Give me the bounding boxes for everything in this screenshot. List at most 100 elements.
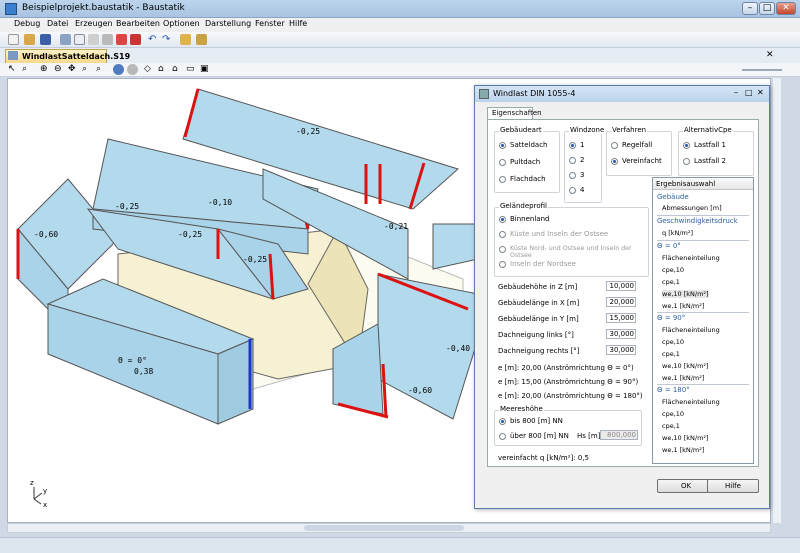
result-item[interactable]: we,10 [kN/m²] bbox=[662, 290, 709, 298]
zoom-fit-icon[interactable]: ⌕ bbox=[96, 64, 107, 75]
zoom-in-icon[interactable]: ⊕ bbox=[40, 64, 51, 75]
radio-inseln-nordsee[interactable] bbox=[499, 261, 506, 268]
result-item[interactable]: cpe,10 bbox=[662, 338, 684, 346]
result-item[interactable]: we,1 [kN/m²] bbox=[662, 446, 704, 454]
zoom-all-icon[interactable]: ⌕ bbox=[82, 64, 93, 75]
radio-kueste-ostsee[interactable] bbox=[499, 231, 506, 238]
radio-binnenland[interactable] bbox=[499, 216, 506, 223]
menu-debug[interactable]: Debug bbox=[14, 19, 40, 28]
height-z-input[interactable]: 10,000 bbox=[606, 281, 636, 291]
wizard-icon[interactable] bbox=[196, 34, 207, 45]
front-view-icon[interactable]: ⌂ bbox=[158, 64, 169, 75]
menu-hilfe[interactable]: Hilfe bbox=[289, 19, 307, 28]
radio-regelfall[interactable] bbox=[611, 142, 618, 149]
paste-icon[interactable] bbox=[88, 34, 99, 45]
scrollbar-thumb[interactable] bbox=[304, 525, 464, 531]
length-y-input[interactable]: 15,000 bbox=[606, 313, 636, 323]
zoom-out-icon[interactable]: ⊖ bbox=[54, 64, 65, 75]
result-item[interactable]: cpe,1 bbox=[662, 278, 680, 286]
print-icon[interactable] bbox=[102, 34, 113, 45]
radio-lastfall-2[interactable] bbox=[683, 158, 690, 165]
option-label: Regelfall bbox=[622, 141, 653, 149]
field-label: Dachneigung rechts [°] bbox=[498, 347, 580, 355]
label-8: -0,40 bbox=[446, 344, 470, 353]
group-title: Verfahren bbox=[611, 126, 648, 134]
save-icon[interactable] bbox=[40, 34, 51, 45]
pdf-icon[interactable] bbox=[116, 34, 127, 45]
maximize-button[interactable]: □ bbox=[759, 2, 775, 15]
radio-zone-3[interactable] bbox=[569, 172, 576, 179]
redo-icon[interactable]: ↷ bbox=[162, 34, 173, 45]
result-item[interactable]: Flächeneinteilung bbox=[662, 254, 720, 262]
result-item[interactable]: cpe,10 bbox=[662, 410, 684, 418]
length-x-input[interactable]: 20,000 bbox=[606, 297, 636, 307]
menu-fenster[interactable]: Fenster bbox=[255, 19, 285, 28]
minimize-button[interactable]: – bbox=[742, 2, 758, 15]
menu-optionen[interactable]: Optionen bbox=[163, 19, 200, 28]
menu-bar: Debug Datei Erzeugen Bearbeiten Optionen… bbox=[0, 18, 800, 32]
radio-lastfall-1[interactable] bbox=[683, 142, 690, 149]
radio-satteldach[interactable] bbox=[499, 142, 506, 149]
delete-icon[interactable] bbox=[130, 34, 141, 45]
display-icon[interactable]: ▣ bbox=[200, 64, 211, 75]
radio-zone-1[interactable] bbox=[569, 142, 576, 149]
tab-eigenschaften[interactable]: Eigenschaften bbox=[487, 107, 542, 119]
result-title: Ergebnisauswahl bbox=[653, 178, 753, 190]
zoom-window-icon[interactable]: ⌕ bbox=[22, 64, 33, 75]
result-item[interactable]: we,1 [kN/m²] bbox=[662, 374, 704, 382]
label-5: -0,25 bbox=[178, 230, 202, 239]
dialog-close-icon[interactable]: ✕ bbox=[757, 88, 764, 97]
result-item[interactable]: we,10 [kN/m²] bbox=[662, 434, 709, 442]
pan-icon[interactable]: ✥ bbox=[68, 64, 79, 75]
forward-icon[interactable] bbox=[127, 64, 138, 75]
e-line: e [m]: 20,00 (Anströmrichtung Θ = 0°) bbox=[498, 364, 634, 372]
close-button[interactable]: ✕ bbox=[776, 2, 796, 15]
result-item[interactable]: cpe,1 bbox=[662, 350, 680, 358]
hs-input[interactable]: 800,000 bbox=[600, 430, 638, 440]
roof-right-input[interactable]: 30,000 bbox=[606, 345, 636, 355]
radio-kueste-nord-ostsee[interactable] bbox=[499, 246, 506, 253]
radio-bis-800[interactable] bbox=[499, 418, 506, 425]
new-icon[interactable] bbox=[8, 34, 19, 45]
radio-vereinfacht[interactable] bbox=[611, 158, 618, 165]
menu-erzeugen[interactable]: Erzeugen bbox=[75, 19, 113, 28]
menu-darstellung[interactable]: Darstellung bbox=[205, 19, 251, 28]
radio-zone-2[interactable] bbox=[569, 157, 576, 164]
radio-pultdach[interactable] bbox=[499, 159, 506, 166]
back-icon[interactable] bbox=[113, 64, 124, 75]
option-label: Küste und Inseln der Ostsee bbox=[510, 230, 609, 238]
result-item[interactable]: Flächeneinteilung bbox=[662, 398, 720, 406]
zoom-slider[interactable] bbox=[742, 69, 782, 71]
result-item[interactable]: q [kN/m²] bbox=[662, 229, 693, 237]
dialog-minimize-icon[interactable]: – bbox=[734, 88, 738, 97]
result-item[interactable]: we,10 [kN/m²] bbox=[662, 362, 709, 370]
result-item[interactable]: cpe,1 bbox=[662, 422, 680, 430]
properties-icon[interactable] bbox=[180, 34, 191, 45]
top-view-icon[interactable]: ▭ bbox=[186, 64, 197, 75]
dialog-maximize-icon[interactable]: □ bbox=[745, 88, 753, 97]
result-selection[interactable]: Ergebnisauswahl Gebäude Abmessungen [m] … bbox=[652, 177, 754, 464]
result-item[interactable]: Flächeneinteilung bbox=[662, 326, 720, 334]
tab-document[interactable]: WindlastSatteldach.S19 bbox=[5, 49, 130, 63]
menu-bearbeiten[interactable]: Bearbeiten bbox=[116, 19, 160, 28]
close-tab-icon[interactable]: ✕ bbox=[766, 50, 774, 60]
separator bbox=[657, 215, 749, 216]
vertical-scrollbar[interactable] bbox=[773, 78, 781, 523]
radio-zone-4[interactable] bbox=[569, 187, 576, 194]
result-item[interactable]: Abmessungen [m] bbox=[662, 204, 722, 212]
result-head: Θ = 90° bbox=[657, 314, 686, 322]
select-icon[interactable]: ↖ bbox=[8, 64, 19, 75]
copy-icon[interactable] bbox=[74, 34, 85, 45]
cut-icon[interactable] bbox=[60, 34, 71, 45]
result-item[interactable]: cpe,10 bbox=[662, 266, 684, 274]
side-view-icon[interactable]: ⌂ bbox=[172, 64, 183, 75]
menu-datei[interactable]: Datei bbox=[47, 19, 68, 28]
open-icon[interactable] bbox=[24, 34, 35, 45]
roof-left-input[interactable]: 30,000 bbox=[606, 329, 636, 339]
help-button[interactable]: Hilfe bbox=[707, 479, 759, 493]
undo-icon[interactable]: ↶ bbox=[148, 34, 159, 45]
radio-flachdach[interactable] bbox=[499, 176, 506, 183]
result-item[interactable]: we,1 [kN/m²] bbox=[662, 302, 704, 310]
iso-view-icon[interactable]: ◇ bbox=[144, 64, 155, 75]
radio-ueber-800[interactable] bbox=[499, 433, 506, 440]
